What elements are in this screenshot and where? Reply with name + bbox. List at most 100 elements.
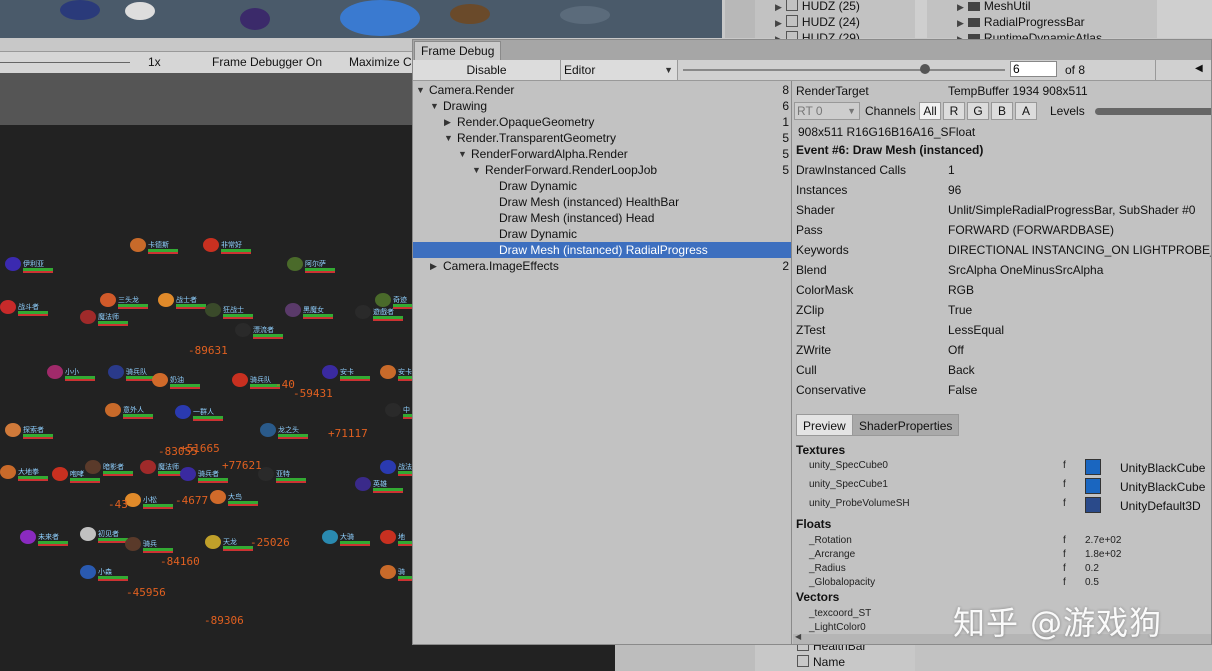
unit-sprite: 中 — [385, 403, 420, 419]
dropdown-arrow-icon: ▼ — [664, 65, 673, 75]
float-stage: f — [1063, 535, 1066, 546]
event-tree-label: Camera.ImageEffects — [443, 259, 559, 273]
event-tree-row[interactable]: Draw Mesh (instanced) Head — [413, 210, 791, 226]
event-tree-row[interactable]: ▼ Drawing 6 — [413, 98, 791, 114]
tab-shader-properties[interactable]: ShaderProperties — [852, 414, 960, 436]
event-total-label: of 8 — [1065, 63, 1086, 77]
property-key: ZWrite — [796, 343, 832, 357]
connection-target-dropdown[interactable]: Editor ▼ — [561, 60, 678, 80]
vectors-header: Vectors — [796, 590, 840, 604]
damage-number: -89631 — [188, 344, 228, 357]
event-tree-row[interactable]: Draw Dynamic — [413, 226, 791, 242]
collapse-triangle-icon[interactable]: ▼ — [458, 146, 467, 162]
game-view-top-strip — [0, 0, 722, 38]
tab-preview[interactable]: Preview — [796, 414, 853, 436]
event-tree-row[interactable]: ▼ RenderForwardAlpha.Render 5 — [413, 146, 791, 162]
levels-slider[interactable] — [1095, 108, 1211, 115]
event-tree-label: Draw Mesh (instanced) HealthBar — [499, 195, 680, 209]
property-value: FORWARD (FORWARDBASE) — [948, 223, 1115, 237]
texture-name: unity_ProbeVolumeSH — [809, 498, 910, 509]
render-target-format: 908x511 R16G16B16A16_SFloat — [798, 125, 976, 139]
float-name: _Rotation — [809, 535, 852, 546]
frame-debugger-toggle[interactable]: Frame Debugger On — [212, 55, 322, 69]
game-view-margin — [0, 73, 420, 125]
unit-sprite: 暗影者 — [85, 460, 133, 476]
event-tree-label: RenderForward.RenderLoopJob — [485, 163, 658, 177]
vector-name: _texcoord_ST — [809, 608, 872, 619]
collapse-triangle-icon[interactable]: ▼ — [416, 82, 425, 98]
texture-stage: f — [1063, 479, 1066, 490]
channel-bar: RT 0 ▼ Channels All R G B A Levels — [793, 101, 1211, 121]
levels-label: Levels — [1050, 104, 1085, 118]
texture-stage: f — [1063, 460, 1066, 471]
unit-sprite: 魔法师 — [140, 460, 188, 476]
unit-sprite: 三头龙 — [100, 293, 148, 309]
hierarchy-item[interactable]: Name — [797, 655, 845, 669]
collapse-triangle-icon[interactable]: ▼ — [430, 98, 439, 114]
event-tree-count: 1 — [782, 115, 789, 129]
hierarchy-item[interactable]: ▶ HUDZ (24) — [775, 15, 860, 29]
unit-sprite: 小松 — [125, 493, 173, 509]
event-tree-row[interactable]: Draw Mesh (instanced) HealthBar — [413, 194, 791, 210]
channel-g-button[interactable]: G — [967, 102, 989, 120]
channel-all-button[interactable]: All — [919, 102, 941, 120]
damage-number: -43 — [108, 498, 128, 511]
channels-label: Channels — [865, 104, 916, 118]
event-tree-row[interactable]: ▼ Camera.Render 8 — [413, 82, 791, 98]
property-key: Blend — [796, 263, 827, 277]
event-tree-row[interactable]: ▼ RenderForward.RenderLoopJob 5 — [413, 162, 791, 178]
channel-b-button[interactable]: B — [991, 102, 1013, 120]
disable-button[interactable]: Disable — [413, 60, 561, 80]
cube-icon — [797, 655, 809, 667]
rt-dropdown[interactable]: RT 0 ▼ — [794, 102, 860, 120]
hierarchy-item[interactable]: ▶ HUDZ (25) — [775, 0, 860, 13]
event-tree-row[interactable]: ▶ Render.OpaqueGeometry 1 — [413, 114, 791, 130]
event-tree-row[interactable]: Draw Mesh (instanced) RadialProgress — [413, 242, 791, 258]
event-tree-row[interactable]: ▶ Camera.ImageEffects 2 — [413, 258, 791, 274]
event-tree-label: Draw Mesh (instanced) RadialProgress — [499, 243, 708, 257]
folder-icon — [967, 2, 980, 11]
expand-triangle-icon[interactable]: ▶ — [775, 2, 782, 12]
event-slider[interactable] — [683, 69, 1005, 71]
project-folder[interactable]: ▶ MeshUtil — [957, 0, 1031, 13]
expand-triangle-icon[interactable]: ▶ — [430, 258, 437, 274]
channel-a-button[interactable]: A — [1015, 102, 1037, 120]
property-value: False — [948, 383, 978, 397]
collapse-triangle-icon[interactable]: ▼ — [444, 130, 453, 146]
unit-sprite: 安卡 — [380, 365, 420, 381]
previous-event-icon[interactable]: ◀ — [1195, 63, 1203, 74]
expand-triangle-icon[interactable]: ▶ — [957, 2, 964, 12]
event-title: Event #6: Draw Mesh (instanced) — [796, 143, 984, 157]
float-value: 2.7e+02 — [1085, 535, 1122, 546]
expand-triangle-icon[interactable]: ▶ — [444, 114, 451, 130]
frame-debug-tab[interactable]: Frame Debug — [414, 41, 502, 61]
maximize-on-play-toggle[interactable]: Maximize C — [349, 55, 412, 69]
event-tree-row[interactable]: ▼ Render.TransparentGeometry 5 — [413, 130, 791, 146]
event-index-input[interactable] — [1010, 61, 1057, 77]
texture-stage: f — [1063, 498, 1066, 509]
float-name: _Arcrange — [809, 549, 856, 560]
event-tree-label: RenderForwardAlpha.Render — [471, 147, 628, 161]
game-view-toolbar: 1x Frame Debugger On Maximize C — [0, 51, 420, 74]
event-details: RenderTarget TempBuffer 1934 908x511 RT … — [793, 81, 1211, 644]
damage-number: +51665 — [180, 442, 220, 455]
texture-thumbnail-icon[interactable] — [1085, 497, 1101, 513]
dropdown-arrow-icon: ▼ — [847, 106, 856, 116]
project-folder[interactable]: ▶ RadialProgressBar — [957, 15, 1085, 29]
expand-triangle-icon[interactable]: ▶ — [957, 18, 964, 28]
scroll-left-icon[interactable]: ◀ — [795, 632, 801, 641]
unit-sprite: 初见者 — [80, 527, 128, 543]
unit-sprite: 亚特 — [258, 467, 306, 483]
event-slider-handle[interactable] — [919, 64, 930, 74]
render-target-label: RenderTarget — [796, 84, 869, 98]
damage-number: -45956 — [126, 586, 166, 599]
collapse-triangle-icon[interactable]: ▼ — [472, 162, 481, 178]
event-tree-row[interactable]: Draw Dynamic — [413, 178, 791, 194]
texture-thumbnail-icon[interactable] — [1085, 478, 1101, 494]
event-tree-label: Render.OpaqueGeometry — [457, 115, 595, 129]
expand-triangle-icon[interactable]: ▶ — [775, 18, 782, 28]
scale-slider[interactable] — [0, 62, 130, 63]
channel-r-button[interactable]: R — [943, 102, 965, 120]
game-view-bottom — [0, 645, 615, 671]
texture-thumbnail-icon[interactable] — [1085, 459, 1101, 475]
